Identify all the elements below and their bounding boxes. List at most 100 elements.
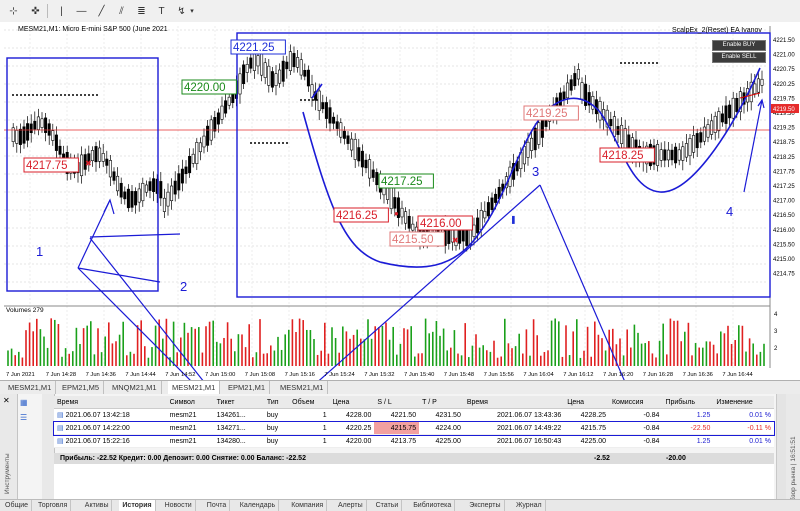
enable-buy-button[interactable]: Enable BUY — [712, 40, 766, 51]
candle-body — [584, 83, 588, 106]
table-row[interactable]: ▤ 2021.06.07 13:42:18 mesm21 134261... buy 1… — [54, 408, 774, 422]
time-tick: 7 Jun 14:52 — [165, 372, 195, 378]
time-tick: 7 Jun 15:40 — [404, 372, 434, 378]
horizontal-line-icon[interactable]: — — [72, 3, 91, 20]
candle-body — [306, 69, 310, 87]
table-cell: 2021.06.07 14:49:22 — [463, 421, 565, 435]
candle-body — [486, 202, 490, 217]
price-chart[interactable]: ✖ ✖ ● ❚ 1 2 3 4 4221.25 4220.00 4217.75 4217.25 4216… — [0, 22, 800, 380]
terminal-tab[interactable]: Активы — [82, 500, 113, 511]
candle-body — [368, 159, 372, 179]
column-header[interactable]: Время — [463, 396, 565, 409]
candle-body — [116, 175, 120, 192]
summary-text: Прибыль: -22.52 Кредит: 0.00 Депозит: 0.… — [60, 455, 306, 462]
candle-body — [620, 124, 624, 144]
table-cell: 134271... — [213, 421, 264, 435]
candle-body — [166, 191, 170, 207]
text-icon[interactable]: T — [152, 3, 171, 20]
terminal-tab[interactable]: Новости — [162, 500, 196, 511]
candle-body — [728, 104, 732, 119]
column-header[interactable]: Цена — [564, 396, 609, 409]
column-header[interactable]: S / L — [374, 396, 420, 409]
candle-body — [152, 178, 156, 192]
tab-chart[interactable]: EPM21,M1 — [224, 381, 271, 395]
terminal-tab[interactable]: Торговля — [35, 500, 72, 511]
trade-marker: ● — [394, 209, 399, 218]
candle-body — [58, 145, 62, 155]
list-icon[interactable]: ☰ — [20, 413, 40, 422]
terminal-tab[interactable]: Эксперты — [466, 500, 505, 511]
candle-body — [702, 126, 706, 142]
column-header[interactable]: Время — [54, 396, 167, 409]
tab-chart-active[interactable]: MESM21,M1 — [168, 381, 221, 395]
annotation-number: 3 — [532, 164, 539, 179]
candle-body — [170, 185, 174, 202]
table-cell: 2021.06.07 13:43:36 — [463, 408, 565, 422]
price-tag-label: 4217.25 — [381, 176, 423, 188]
candle-body — [760, 78, 764, 86]
column-header[interactable]: Тикет — [213, 396, 264, 409]
chart-canvas[interactable]: ✖ ✖ ● ❚ 1 2 3 4 4221.25 4220.00 4217.75 4217.25 4216… — [0, 22, 800, 380]
cursor-icon[interactable]: ✜ — [26, 3, 45, 20]
candle-body — [198, 142, 202, 153]
candle-body — [177, 173, 181, 191]
candle-body — [80, 154, 84, 177]
price-tick: 4217.00 — [773, 199, 795, 205]
price-tick: 4221.50 — [773, 38, 795, 44]
candle-body — [141, 182, 145, 202]
summary-row: Прибыль: -22.52 Кредит: 0.00 Депозит: 0.… — [54, 453, 774, 464]
terminal-tab[interactable]: Алерты — [335, 500, 367, 511]
time-tick: 7 Jun 15:32 — [364, 372, 394, 378]
tab-chart[interactable]: MESM21,M1 — [4, 381, 57, 395]
column-header[interactable]: Тип — [263, 396, 290, 409]
terminal-tab[interactable]: История — [119, 500, 156, 511]
tab-chart[interactable]: EPM21,M5 — [58, 381, 105, 395]
terminal-tab[interactable]: Почта — [204, 500, 231, 511]
candle-body — [324, 102, 328, 119]
grid-icon[interactable]: ▦ — [20, 398, 40, 407]
fibonacci-icon[interactable]: ≣ — [132, 3, 151, 20]
table-cell: -0.11 % — [713, 421, 774, 435]
table-cell: -22.50 — [662, 421, 714, 435]
current-price-label: 4219.50 — [773, 107, 795, 113]
candle-body — [119, 182, 123, 198]
table-row-highlighted[interactable]: ▤ 2021.06.07 14:22:00 mesm21 134271... buy 1… — [53, 420, 775, 436]
crosshair-icon[interactable]: ⊹ — [4, 3, 23, 20]
candle-body — [242, 64, 246, 84]
close-icon[interactable]: ✕ — [3, 396, 10, 405]
column-header[interactable]: Объем — [289, 396, 330, 409]
terminal-tab[interactable]: Общие — [2, 500, 33, 511]
candle-body — [173, 180, 177, 195]
candle-body — [40, 118, 44, 128]
column-header[interactable]: Комиссия — [608, 396, 663, 409]
table-cell: 4225.00 — [419, 434, 464, 448]
tab-chart[interactable]: MNQM21,M1 — [108, 381, 162, 395]
trend-line-icon[interactable]: ╱ — [92, 3, 111, 20]
column-header[interactable]: Изменение — [713, 396, 774, 409]
price-tick: 4217.75 — [773, 169, 795, 175]
column-header[interactable]: Цена — [329, 396, 375, 409]
enable-sell-button[interactable]: Enable SELL — [712, 52, 766, 63]
column-header[interactable]: Символ — [166, 396, 214, 409]
terminal-tab[interactable]: Статьи — [373, 500, 403, 511]
candle-body — [591, 96, 595, 110]
terminal-tab[interactable]: Журнал — [513, 500, 546, 511]
tab-chart[interactable]: MESM21,M1 — [276, 381, 329, 395]
candle-body — [26, 123, 30, 141]
terminal-tab[interactable]: Компания — [288, 500, 328, 511]
price-tick: 4220.75 — [773, 67, 795, 73]
candle-body — [566, 82, 570, 99]
price-tick: 4216.00 — [773, 228, 795, 234]
column-header[interactable]: T / P — [419, 396, 464, 409]
terminal-tab[interactable]: Библиотека — [410, 500, 456, 511]
vertical-line-icon[interactable]: | — [52, 3, 71, 20]
candle-body — [526, 141, 530, 158]
candle-body — [285, 61, 289, 70]
chevron-down-icon[interactable]: ▾ — [186, 3, 198, 20]
candle-body — [522, 146, 526, 165]
trade-marker: ❚ — [510, 215, 517, 224]
terminal-tab[interactable]: Календарь — [237, 500, 280, 511]
column-header[interactable]: Прибыль — [662, 396, 714, 409]
table-row[interactable]: ▤ 2021.06.07 15:22:16 mesm21 134280... buy 1… — [54, 434, 774, 448]
channel-icon[interactable]: ⫽ — [112, 3, 131, 20]
